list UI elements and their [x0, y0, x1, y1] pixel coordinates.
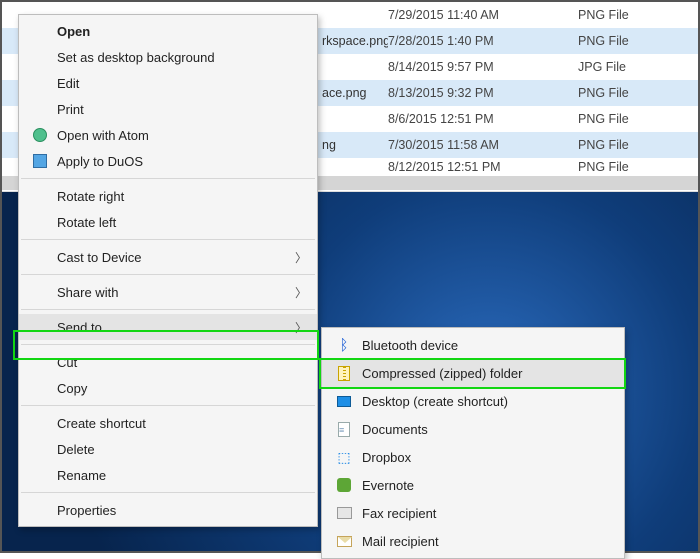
file-type: PNG File	[578, 80, 698, 106]
submenu-bluetooth[interactable]: ᛒBluetooth device	[322, 331, 624, 359]
mail-icon	[332, 531, 356, 551]
menu-edit[interactable]: Edit	[19, 70, 317, 96]
menu-separator	[21, 309, 315, 310]
send-to-submenu: ᛒBluetooth device Compressed (zipped) fo…	[321, 327, 625, 559]
dropbox-icon: ⬚	[332, 447, 356, 467]
file-name	[322, 2, 388, 28]
submenu-compressed-folder[interactable]: Compressed (zipped) folder	[322, 359, 624, 387]
file-date: 7/29/2015 11:40 AM	[388, 2, 578, 28]
zip-icon	[332, 363, 356, 383]
fax-icon	[332, 503, 356, 523]
menu-share-with[interactable]: Share with〉	[19, 279, 317, 305]
submenu-dropbox[interactable]: ⬚Dropbox	[322, 443, 624, 471]
submenu-arrow-icon: 〉	[295, 319, 307, 336]
menu-set-background[interactable]: Set as desktop background	[19, 44, 317, 70]
file-date: 8/13/2015 9:32 PM	[388, 80, 578, 106]
file-type: PNG File	[578, 106, 698, 132]
duos-icon	[29, 150, 51, 172]
file-name: ace.png	[322, 80, 388, 106]
submenu-arrow-icon: 〉	[295, 284, 307, 301]
menu-cut[interactable]: Cut	[19, 349, 317, 375]
menu-delete[interactable]: Delete	[19, 436, 317, 462]
menu-separator	[21, 344, 315, 345]
file-type: PNG File	[578, 28, 698, 54]
menu-print[interactable]: Print	[19, 96, 317, 122]
desktop-icon	[332, 391, 356, 411]
submenu-mail[interactable]: Mail recipient	[322, 527, 624, 555]
submenu-desktop-shortcut[interactable]: Desktop (create shortcut)	[322, 387, 624, 415]
file-date: 7/30/2015 11:58 AM	[388, 132, 578, 158]
file-type: PNG File	[578, 158, 698, 176]
menu-open[interactable]: Open	[19, 18, 317, 44]
menu-separator	[21, 239, 315, 240]
menu-create-shortcut[interactable]: Create shortcut	[19, 410, 317, 436]
file-type: JPG File	[578, 54, 698, 80]
file-name	[322, 54, 388, 80]
menu-send-to[interactable]: Send to〉	[19, 314, 317, 340]
submenu-fax[interactable]: Fax recipient	[322, 499, 624, 527]
file-date: 7/28/2015 1:40 PM	[388, 28, 578, 54]
file-name: rkspace.png	[322, 28, 388, 54]
menu-rotate-right[interactable]: Rotate right	[19, 183, 317, 209]
menu-separator	[21, 492, 315, 493]
submenu-evernote[interactable]: Evernote	[322, 471, 624, 499]
file-type: PNG File	[578, 132, 698, 158]
submenu-documents[interactable]: Documents	[322, 415, 624, 443]
evernote-icon	[332, 475, 356, 495]
bluetooth-icon: ᛒ	[332, 335, 356, 355]
menu-rotate-left[interactable]: Rotate left	[19, 209, 317, 235]
menu-separator	[21, 178, 315, 179]
menu-separator	[21, 405, 315, 406]
documents-icon	[332, 419, 356, 439]
file-name	[322, 106, 388, 132]
menu-separator	[21, 274, 315, 275]
menu-open-with-atom[interactable]: Open with Atom	[19, 122, 317, 148]
atom-icon	[29, 124, 51, 146]
file-name	[322, 158, 388, 176]
file-date: 8/12/2015 12:51 PM	[388, 158, 578, 176]
menu-rename[interactable]: Rename	[19, 462, 317, 488]
file-date: 8/6/2015 12:51 PM	[388, 106, 578, 132]
file-name: ng	[322, 132, 388, 158]
submenu-arrow-icon: 〉	[295, 249, 307, 266]
file-type: PNG File	[578, 2, 698, 28]
menu-cast-to-device[interactable]: Cast to Device〉	[19, 244, 317, 270]
context-menu: Open Set as desktop background Edit Prin…	[18, 14, 318, 527]
file-date: 8/14/2015 9:57 PM	[388, 54, 578, 80]
menu-copy[interactable]: Copy	[19, 375, 317, 401]
menu-apply-to-duos[interactable]: Apply to DuOS	[19, 148, 317, 174]
menu-properties[interactable]: Properties	[19, 497, 317, 523]
